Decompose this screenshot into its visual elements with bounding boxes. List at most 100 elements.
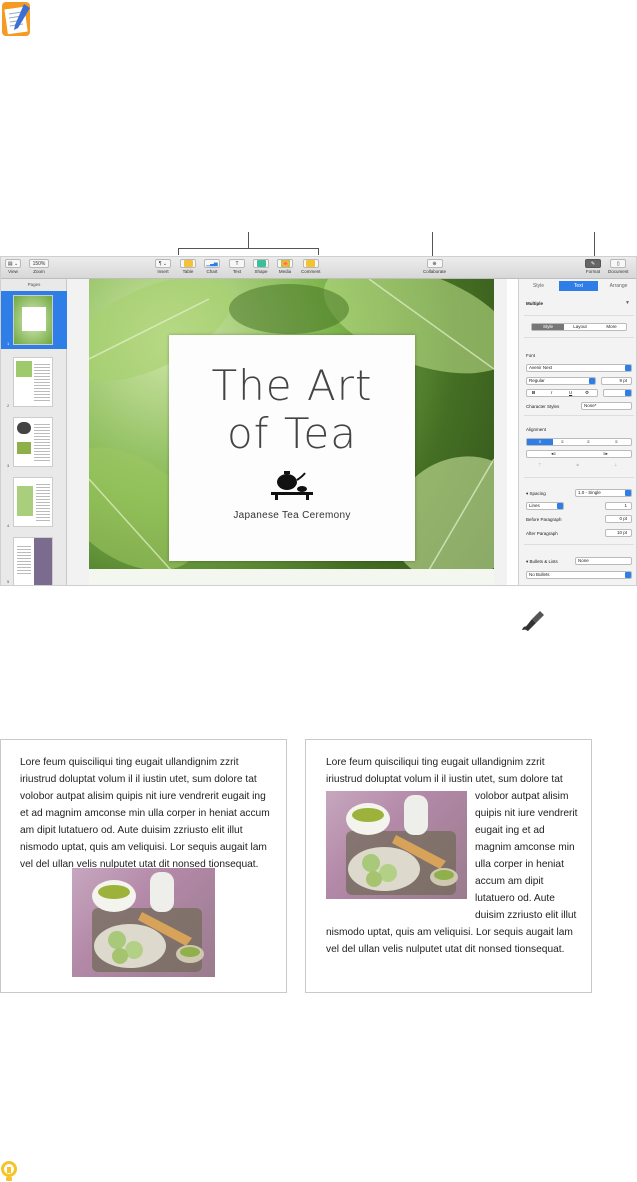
- increase-indent-icon[interactable]: ≡▸: [603, 451, 608, 457]
- example-paragraph: nismodo uptat, quis am veliquisi. Lor se…: [326, 927, 573, 955]
- page-number: 2: [7, 403, 10, 408]
- align-center-icon[interactable]: ≡: [561, 439, 564, 445]
- example-paragraph: Lore feum quisciliqui ting eugait ulland…: [20, 757, 270, 870]
- font-size-field[interactable]: 9 pt: [601, 377, 632, 385]
- line-spacing-mode-select[interactable]: Lines: [526, 502, 564, 510]
- page-number: 3: [7, 463, 10, 468]
- pages-app-icon: [2, 2, 30, 36]
- text-color-well[interactable]: [603, 389, 632, 397]
- bullets-style-select[interactable]: None: [575, 557, 632, 565]
- line-spacing-field[interactable]: 1: [605, 502, 632, 510]
- italic-button[interactable]: I: [551, 390, 552, 395]
- align-top-icon[interactable]: ⊤: [538, 462, 541, 467]
- table-button[interactable]: Table: [180, 259, 196, 274]
- matcha-tea-photo[interactable]: [326, 791, 467, 899]
- chart-button[interactable]: ▁▃▅ Chart: [204, 259, 220, 274]
- font-label: Font: [526, 353, 536, 358]
- sidebar-icon: ▤ ⌄: [5, 259, 21, 268]
- comment-button[interactable]: Comment: [301, 259, 321, 274]
- shape-icon: [253, 259, 269, 268]
- character-styles-label: Character Styles: [526, 404, 560, 409]
- paintbrush-icon: [522, 611, 544, 631]
- media-icon: [277, 259, 293, 268]
- document-button[interactable]: ▯ Document: [608, 259, 629, 274]
- bullets-lists-label[interactable]: ▾ Bullets & Lists: [526, 559, 558, 565]
- card-title: The Art of Tea: [211, 361, 373, 458]
- page-number: 4: [7, 523, 10, 528]
- tab-arrange[interactable]: Arrange: [599, 281, 636, 291]
- text-format-buttons: B I U ⚙: [526, 389, 598, 397]
- document-icon: ▯: [610, 259, 627, 268]
- sub-tab-more[interactable]: More: [596, 324, 627, 330]
- pages-window: ▤ ⌄ View 150% Zoom ¶ ⌄ Insert Table ▁▃▅ …: [0, 256, 637, 586]
- page-number: 5: [7, 579, 10, 584]
- tea-photo-illustration: [346, 795, 458, 895]
- vertical-alignment-buttons: ⊤ ≑ ⊥: [526, 462, 632, 470]
- page-thumbnail[interactable]: [13, 357, 53, 407]
- after-paragraph-field[interactable]: 10 pt: [605, 529, 632, 537]
- title-card[interactable]: The Art of Tea Japanese Tea Ceremony: [169, 335, 415, 561]
- align-bottom-icon[interactable]: ⊥: [614, 462, 617, 467]
- tab-style[interactable]: Style: [519, 281, 558, 291]
- spacing-label[interactable]: ▾ Spacing: [526, 491, 546, 497]
- collaborate-button[interactable]: ⊕ Collaborate: [423, 259, 446, 274]
- spacing-select[interactable]: 1.0 - Single: [575, 489, 632, 497]
- zoom-value: 150%: [29, 259, 49, 268]
- text-icon: T: [229, 259, 245, 268]
- bullets-select[interactable]: No Bullets: [526, 571, 632, 579]
- sub-tab-layout[interactable]: Layout: [564, 324, 596, 330]
- zoom-button[interactable]: 150% Zoom: [29, 259, 49, 274]
- table-icon: [180, 259, 196, 268]
- toolbar: ▤ ⌄ View 150% Zoom ¶ ⌄ Insert Table ▁▃▅ …: [1, 257, 636, 279]
- alignment-buttons: ≡ ≡ ≡ ≡: [526, 438, 632, 446]
- align-right-icon[interactable]: ≡: [587, 439, 590, 445]
- bold-button[interactable]: B: [532, 390, 535, 395]
- comment-icon: [302, 259, 319, 268]
- align-middle-icon[interactable]: ≑: [576, 462, 579, 467]
- font-name-select[interactable]: Avenir Next: [526, 364, 632, 372]
- media-button[interactable]: Media: [277, 259, 293, 274]
- tea-leaves-background-image: The Art of Tea Japanese Tea Ceremony: [89, 279, 494, 585]
- format-inspector: Style Text Arrange Multiple ▼ Style Layo…: [518, 279, 636, 585]
- collaborate-icon: ⊕: [426, 259, 443, 268]
- before-paragraph-label: Before Paragraph: [526, 517, 562, 522]
- after-paragraph-label: After Paragraph: [526, 531, 558, 536]
- paragraph-style-value[interactable]: Multiple: [526, 301, 543, 306]
- chevron-down-icon[interactable]: ▼: [625, 300, 630, 306]
- text-wrap-example-above-below: Lore feum quisciliqui ting eugait ulland…: [0, 739, 287, 993]
- view-button[interactable]: ▤ ⌄ View: [5, 259, 21, 274]
- align-justify-icon[interactable]: ≡: [615, 439, 618, 445]
- shape-button[interactable]: Shape: [253, 259, 269, 274]
- sub-tab-style[interactable]: Style: [532, 324, 564, 330]
- page-thumbnail[interactable]: [13, 477, 53, 527]
- text-wrap-example-around: Lore feum quisciliqui ting eugait ulland…: [305, 739, 592, 993]
- matcha-tea-photo[interactable]: [72, 868, 215, 977]
- before-paragraph-field[interactable]: 0 pt: [605, 515, 632, 523]
- pages-label: Pages: [27, 282, 41, 287]
- page-thumbnail[interactable]: [13, 417, 53, 467]
- paintbrush-icon: ✎: [585, 259, 601, 268]
- example-paragraph-wrapped: volobor autpat alisim quipis nit iure ve…: [475, 791, 578, 921]
- document-canvas[interactable]: The Art of Tea Japanese Tea Ceremony: [67, 279, 507, 585]
- insert-button[interactable]: ¶ ⌄ Insert: [155, 259, 171, 274]
- teapot-icon: [271, 471, 313, 500]
- lightbulb-icon: [1, 1161, 17, 1181]
- format-button[interactable]: ✎ Format: [585, 259, 601, 274]
- text-button[interactable]: T Text: [229, 259, 245, 274]
- decrease-indent-icon[interactable]: ◂≡: [551, 451, 556, 457]
- tea-photo-illustration: [92, 872, 204, 972]
- sub-tab-group: Style Layout More: [531, 323, 627, 331]
- page-thumbnail[interactable]: [13, 295, 53, 345]
- page-thumbnail[interactable]: [13, 537, 53, 585]
- card-subtitle: Japanese Tea Ceremony: [233, 510, 351, 521]
- tab-text[interactable]: Text: [559, 281, 598, 291]
- gear-icon[interactable]: ⚙: [585, 390, 589, 396]
- character-styles-select[interactable]: None*: [581, 402, 632, 410]
- font-weight-select[interactable]: Regular: [526, 377, 596, 385]
- chart-icon: ▁▃▅: [204, 259, 220, 268]
- page-number: 1: [7, 341, 10, 346]
- alignment-label: Alignment: [526, 427, 547, 432]
- underline-button[interactable]: U: [569, 390, 572, 395]
- align-left-icon[interactable]: ≡: [527, 439, 553, 445]
- example-paragraph: Lore feum quisciliqui ting eugait ulland…: [326, 757, 563, 785]
